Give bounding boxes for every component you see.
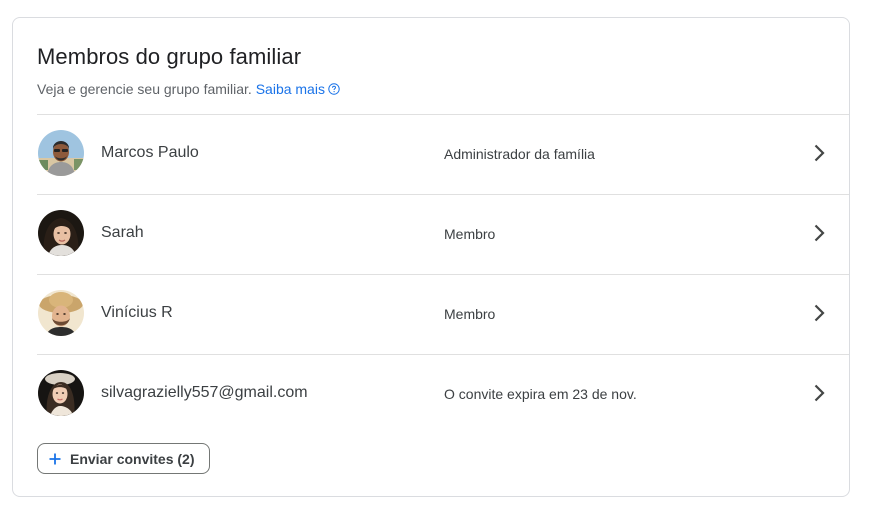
member-role: Administrador da família [444, 146, 595, 162]
invite-status: O convite expira em 23 de nov. [444, 386, 637, 402]
member-name: Vinícius R [101, 304, 173, 321]
learn-more-link[interactable]: Saiba mais [256, 81, 340, 97]
help-circle-icon [328, 83, 340, 95]
member-name: Marcos Paulo [101, 144, 199, 161]
member-role: Membro [444, 226, 496, 242]
member-row-marcos-paulo[interactable]: Marcos Paulo Administrador da família [37, 114, 849, 194]
subtitle-text: Veja e gerencie seu grupo familiar. [37, 81, 252, 97]
member-role: Membro [444, 306, 496, 322]
send-invites-label: Enviar convites (2) [70, 450, 195, 467]
chevron-right-icon [814, 224, 825, 242]
avatar [38, 370, 84, 416]
chevron-right-icon [814, 304, 825, 322]
member-row-sarah[interactable]: Sarah Membro [37, 194, 849, 274]
card-title: Membros do grupo familiar [37, 44, 302, 69]
card-subtitle: Veja e gerencie seu grupo familiar. Saib… [37, 81, 340, 97]
family-group-card: Membros do grupo familiar Veja e gerenci… [12, 17, 850, 497]
member-name: Sarah [101, 224, 144, 241]
member-email: silvagrazielly557@gmail.com [101, 384, 308, 401]
chevron-right-icon [814, 144, 825, 162]
member-row-invite-pending[interactable]: silvagrazielly557@gmail.com O convite ex… [37, 354, 849, 434]
learn-more-label: Saiba mais [255, 81, 325, 97]
plus-icon [49, 453, 61, 464]
member-row-vinicius-r[interactable]: Vinícius R Membro [37, 274, 849, 354]
avatar [38, 210, 84, 256]
send-invites-button[interactable]: Enviar convites (2) [37, 443, 210, 474]
avatar [38, 130, 84, 176]
chevron-right-icon [814, 384, 825, 402]
member-list: Marcos Paulo Administrador da família Sa… [37, 114, 849, 434]
avatar [38, 290, 84, 336]
